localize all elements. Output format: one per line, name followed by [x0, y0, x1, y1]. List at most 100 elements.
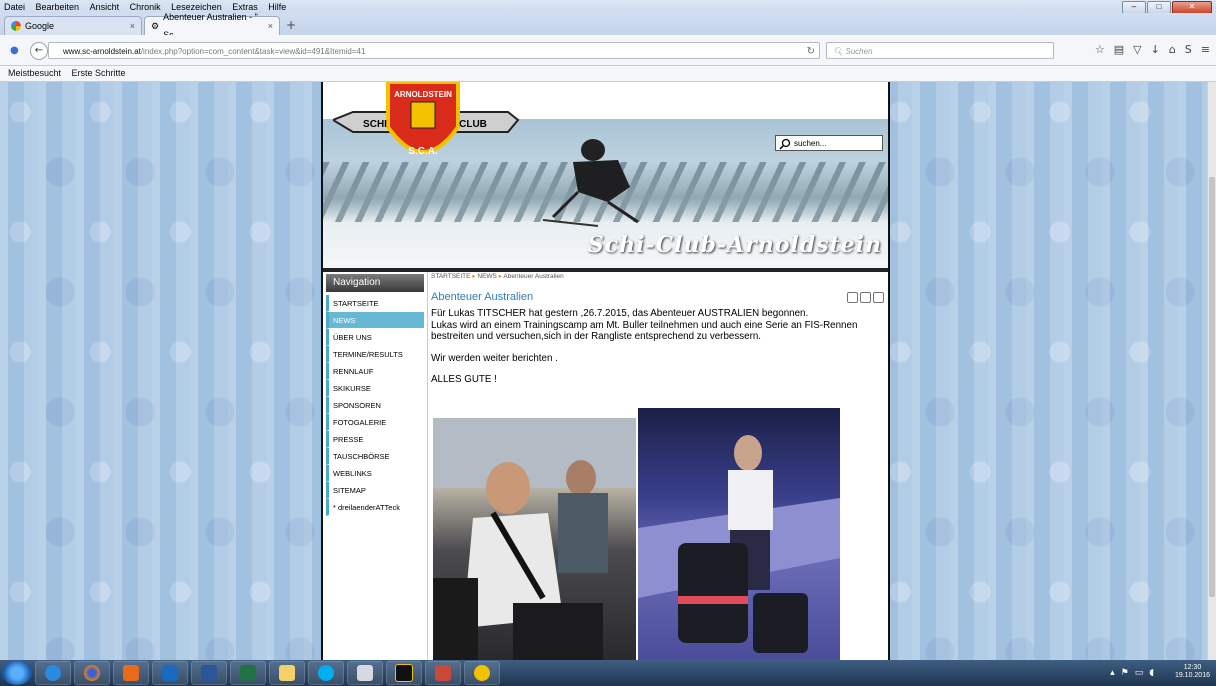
back-button[interactable]: ←: [30, 42, 48, 60]
taskbar-firefox[interactable]: [74, 661, 110, 685]
star-icon[interactable]: ☆: [1095, 43, 1105, 56]
nav-item-sitemap[interactable]: SITEMAP: [326, 482, 424, 499]
breadcrumb-arrow-icon: ▸: [472, 273, 476, 280]
reload-icon[interactable]: ↻: [807, 43, 815, 60]
search-icon: 🔍︎: [833, 47, 844, 56]
search-field[interactable]: 🔍︎ Suchen: [826, 42, 1054, 59]
reading-list-icon[interactable]: ▤: [1114, 43, 1124, 56]
url-bar[interactable]: www.sc-arnoldstein.at/index.php?option=c…: [48, 42, 820, 59]
nav-item-ueber-uns[interactable]: ÜBER UNS: [326, 329, 424, 346]
taskbar-skype[interactable]: [308, 661, 344, 685]
taskbar-word[interactable]: [191, 661, 227, 685]
clock[interactable]: 12:30 19.10.2016: [1175, 664, 1210, 680]
article-photo-walkway[interactable]: [638, 408, 840, 660]
site-search-input[interactable]: suchen...: [775, 135, 883, 151]
article-title[interactable]: Abenteuer Australien: [431, 291, 533, 303]
nav-item-startseite[interactable]: STARTSEITE: [326, 295, 424, 312]
word-icon: [201, 665, 217, 681]
bookmark-meistbesucht[interactable]: Meistbesucht: [8, 68, 61, 78]
nav-item-presse[interactable]: PRESSE: [326, 431, 424, 448]
site-container: ARNOLDSTEIN SCHI CLUB S.C.A. suchen... S…: [321, 82, 890, 660]
navigation-heading: Navigation: [326, 274, 424, 292]
taskbar-acrobat[interactable]: [347, 661, 383, 685]
search-icon: [779, 138, 791, 150]
article-body: Für Lukas TITSCHER hat gestern ,26.7.201…: [431, 308, 883, 396]
navigation-toolbar: ● ← www.sc-arnoldstein.at/index.php?opti…: [0, 35, 1216, 66]
breadcrumb: STARTSEITE ▸ NEWS ▸ Abenteuer Australien: [431, 272, 564, 282]
photo-1-drawing: [433, 418, 636, 660]
site-banner: ARNOLDSTEIN SCHI CLUB S.C.A. suchen... S…: [323, 82, 888, 268]
nav-item-termine-results[interactable]: TERMINE/RESULTS: [326, 346, 424, 363]
tray-arrow-icon[interactable]: ▴: [1110, 668, 1115, 678]
tab-google[interactable]: Google ×: [4, 16, 142, 35]
tray-flag-icon[interactable]: ⚑: [1121, 668, 1129, 678]
main-content: STARTSEITE ▸ NEWS ▸ Abenteuer Australien…: [429, 272, 888, 660]
shield-icon: [474, 665, 490, 681]
taskbar-excel[interactable]: [230, 661, 266, 685]
article-photo-airport[interactable]: [433, 418, 636, 660]
sidebar: Navigation STARTSEITE NEWS ÜBER UNS TERM…: [323, 272, 428, 660]
nav-item-fotogalerie[interactable]: FOTOGALERIE: [326, 414, 424, 431]
scrollbar[interactable]: [1207, 82, 1216, 660]
firefox-icon: ●: [10, 45, 19, 56]
pdf-icon[interactable]: [847, 292, 858, 303]
site-search-placeholder: suchen...: [794, 139, 827, 148]
skype-icon[interactable]: S: [1185, 43, 1192, 56]
nav-item-rennlauf[interactable]: RENNLAUF: [326, 363, 424, 380]
skype-icon: [318, 665, 334, 681]
menu-hilfe[interactable]: Hilfe: [264, 0, 290, 13]
folder-icon: [279, 665, 295, 681]
breadcrumb-startseite[interactable]: STARTSEITE: [431, 273, 471, 280]
nav-item-sponsoren[interactable]: SPONSOREN: [326, 397, 424, 414]
skier-image: [542, 139, 639, 227]
start-button[interactable]: [2, 661, 32, 685]
taskbar-paint[interactable]: [425, 661, 461, 685]
system-tray: ▴ ⚑ ▭ ◖: [1110, 668, 1154, 678]
tab-label: Google: [25, 21, 55, 31]
close-tab-icon[interactable]: ×: [268, 17, 273, 35]
nav-item-dreilaender[interactable]: * dreilaenderATTeck: [326, 499, 424, 516]
taskbar-ie[interactable]: [35, 661, 71, 685]
pocket-icon[interactable]: ▽: [1133, 43, 1141, 56]
email-icon[interactable]: [873, 292, 884, 303]
print-icon[interactable]: [860, 292, 871, 303]
logo-left-text: SCHI: [363, 119, 387, 130]
nav-item-tauschboerse[interactable]: TAUSCHBÖRSE: [326, 448, 424, 465]
bookmarks-bar: Meistbesucht Erste Schritte: [0, 66, 1216, 82]
new-tab-button[interactable]: +: [286, 18, 296, 32]
menu-ansicht[interactable]: Ansicht: [86, 0, 124, 13]
u-app-icon: [395, 664, 413, 682]
breadcrumb-current: Abenteuer Australien: [503, 273, 564, 280]
bookmark-erste-schritte[interactable]: Erste Schritte: [72, 68, 126, 78]
menu-chronik[interactable]: Chronik: [126, 0, 165, 13]
google-icon: [11, 21, 21, 31]
tab-abenteuer[interactable]: ⚙ Abenteuer Australien - " Sc... ×: [144, 12, 280, 40]
nav-item-skikurse[interactable]: SKIKURSE: [326, 380, 424, 397]
download-icon[interactable]: ↓: [1151, 43, 1160, 56]
tray-network-icon[interactable]: ▭: [1135, 668, 1144, 678]
menu-icon[interactable]: ≡: [1201, 43, 1210, 56]
toolbar-icons: ☆ ▤ ▽ ↓ ⌂ S ≡: [1095, 43, 1210, 56]
taskbar-explorer[interactable]: [269, 661, 305, 685]
taskbar-u-app[interactable]: [386, 661, 422, 685]
breadcrumb-news[interactable]: NEWS: [477, 273, 497, 280]
search-placeholder: Suchen: [845, 47, 873, 56]
taskbar-media[interactable]: [113, 661, 149, 685]
nav-item-news[interactable]: NEWS: [326, 312, 424, 329]
excel-icon: [240, 665, 256, 681]
nav-item-weblinks[interactable]: WEBLINKS: [326, 465, 424, 482]
logo-top-text: ARNOLDSTEIN: [394, 90, 452, 99]
sca-icon: ⚙: [151, 21, 160, 31]
scrollbar-thumb[interactable]: [1209, 177, 1215, 597]
taskbar-outlook[interactable]: [152, 661, 188, 685]
home-icon[interactable]: ⌂: [1169, 43, 1176, 56]
close-tab-icon[interactable]: ×: [130, 17, 135, 35]
menu-bearbeiten[interactable]: Bearbeiten: [32, 0, 84, 13]
media-player-icon: [123, 665, 139, 681]
menu-datei[interactable]: Datei: [0, 0, 29, 13]
taskbar-security[interactable]: [464, 661, 500, 685]
ie-icon: [45, 665, 61, 681]
breadcrumb-arrow-icon: ▸: [498, 273, 502, 280]
clock-time: 12:30: [1183, 664, 1202, 671]
tray-volume-icon[interactable]: ◖: [1149, 668, 1154, 678]
